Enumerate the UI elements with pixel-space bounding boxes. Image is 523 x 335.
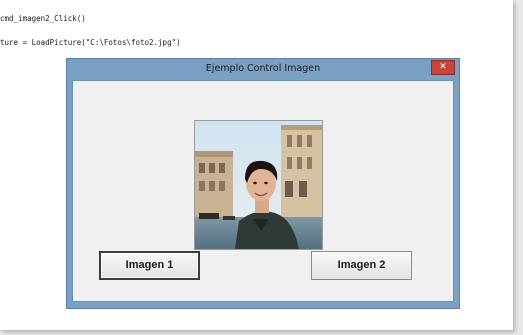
imagen2-button[interactable]: Imagen 2 bbox=[311, 251, 412, 280]
close-button[interactable]: ✕ bbox=[431, 60, 455, 75]
title-bar[interactable]: Ejemplo Control Imagen ✕ bbox=[67, 59, 459, 80]
imagen1-button[interactable]: Imagen 1 bbox=[99, 251, 200, 280]
close-icon: ✕ bbox=[439, 62, 447, 72]
form-client-area: Imagen 1 Imagen 2 bbox=[72, 80, 454, 302]
photo-image bbox=[195, 121, 322, 249]
screenshot: cmd_imagen2_Click() ture = LoadPicture("… bbox=[0, 0, 523, 335]
code-line-2: ture = LoadPicture("C:\Fotos\foto2.jpg") bbox=[0, 38, 181, 47]
code-line-1: cmd_imagen2_Click() bbox=[0, 14, 86, 23]
dialog-window: Ejemplo Control Imagen ✕ Imagen 1 Imagen… bbox=[66, 58, 460, 309]
window-title: Ejemplo Control Imagen bbox=[205, 63, 321, 74]
image-control bbox=[194, 120, 323, 250]
